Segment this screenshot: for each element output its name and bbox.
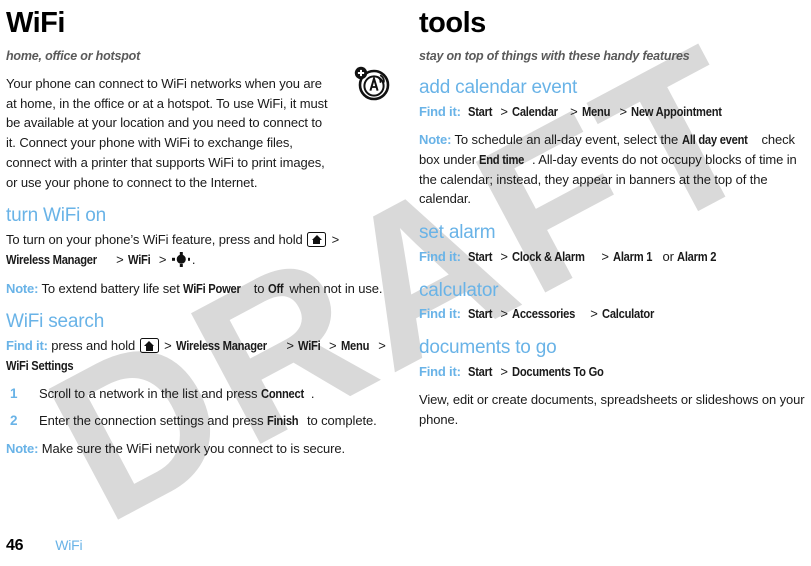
home-key-icon (139, 338, 159, 354)
path-calendar: Calendar (512, 103, 559, 119)
section-heading-set-alarm: set alarm (419, 222, 496, 244)
chapter-tagline: home, office or hotspot (6, 48, 141, 63)
wifi-search-find-it: Find it: press and hold > Wireless Manag… (6, 336, 388, 375)
step-suffix: to complete. (306, 412, 377, 428)
note-part-1: To schedule an all-day event, select the (454, 132, 679, 148)
set-alarm-find-it: Find it: Start > Clock & Alarm > Alarm 1… (419, 247, 805, 267)
step-number: 2 (10, 412, 18, 428)
path-start: Start (467, 249, 492, 265)
step-term-connect: Connect (260, 386, 304, 402)
calculator-find-it: Find it: Start > Accessories > Calculato… (419, 304, 805, 324)
page-number: 46 (6, 537, 24, 554)
or-word: or (662, 249, 674, 265)
wifi-search-note: Note: Make sure the WiFi network you con… (6, 439, 388, 459)
note-label: Note: (6, 280, 39, 296)
section-heading-turn-wifi-on: turn WiFi on (6, 205, 107, 227)
section-heading-wifi-search: WiFi search (6, 311, 105, 333)
find-it-label: Find it: (6, 338, 48, 354)
home-key-icon (307, 232, 327, 248)
note-text: Make sure the WiFi network you connect t… (41, 441, 346, 457)
find-it-label: Find it: (419, 249, 461, 265)
add-calendar-event-note: Note: To schedule an all-day event, sele… (419, 130, 805, 209)
wifi-antenna-add-icon (352, 63, 392, 103)
page-footer: 46 WiFi (6, 537, 83, 555)
find-it-label: Find it: (419, 306, 461, 322)
path-start: Start (467, 306, 492, 322)
turn-wifi-on-note: Note: To extend battery life set WiFi Po… (6, 279, 388, 299)
page-title: WiFi (6, 7, 65, 39)
path-alarm-2: Alarm 2 (677, 249, 717, 265)
path-wifi: WiFi (128, 251, 151, 267)
path-accessories: Accessories (512, 306, 576, 322)
section-heading-calculator: calculator (419, 279, 499, 301)
path-start: Start (467, 363, 492, 379)
find-it-label: Find it: (419, 103, 461, 119)
path-wireless-manager: Wireless Manager (6, 251, 97, 267)
note-label: Note: (419, 132, 452, 148)
step-suffix: . (310, 386, 315, 402)
note-term-off: Off (267, 280, 284, 296)
path-calculator: Calculator (602, 306, 655, 322)
note-mid: to (253, 280, 265, 296)
note-term-wifi-power: WiFi Power (183, 280, 241, 296)
note-part-3: . All-day events do not occupy blocks of… (419, 151, 797, 207)
step-term-finish: Finish (266, 412, 299, 428)
left-column: WiFi home, office or hotspot Your phone … (0, 0, 400, 468)
note-term-all-day-event: All day event (681, 132, 748, 148)
path-menu: Menu (582, 103, 611, 119)
center-select-key-icon (172, 252, 191, 267)
manual-page: WiFi home, office or hotspot Your phone … (0, 0, 811, 564)
note-suffix: when not in use. (289, 280, 383, 296)
documents-to-go-body: View, edit or create documents, spreadsh… (419, 392, 805, 428)
path-alarm-1: Alarm 1 (613, 249, 653, 265)
path-start: Start (467, 103, 492, 119)
footer-chapter-name: WiFi (55, 537, 83, 553)
find-it-label: Find it: (419, 363, 461, 379)
step-text: Scroll to a network in the list and pres… (39, 386, 258, 402)
add-calendar-event-find-it: Find it: Start > Calendar > Menu > New A… (419, 102, 805, 122)
path-new-appointment: New Appointment (631, 103, 723, 119)
path-wireless-manager: Wireless Manager (176, 338, 268, 354)
path-documents-to-go: Documents To Go (512, 363, 604, 379)
instruction-prefix: To turn on your phone’s WiFi feature, pr… (6, 232, 303, 248)
list-item: 2 Enter the connection settings and pres… (6, 411, 388, 431)
list-item: 1 Scroll to a network in the list and pr… (6, 384, 388, 404)
documents-to-go-find-it: Find it: Start > Documents To Go (419, 362, 805, 382)
turn-wifi-on-instruction: To turn on your phone’s WiFi feature, pr… (6, 230, 388, 270)
path-menu: Menu (341, 338, 370, 354)
tools-title: tools (419, 7, 486, 39)
right-column: tools stay on top of things with these h… (405, 0, 811, 439)
wifi-search-steps: 1 Scroll to a network in the list and pr… (6, 384, 388, 430)
note-prefix: To extend battery life set (41, 280, 180, 296)
section-heading-add-calendar-event: add calendar event (419, 76, 578, 98)
path-clock-and-alarm: Clock & Alarm (512, 249, 586, 265)
step-number: 1 (10, 386, 18, 402)
tools-tagline: stay on top of things with these handy f… (419, 48, 690, 63)
wifi-intro-text: Your phone can connect to WiFi networks … (6, 75, 328, 190)
step-text: Enter the connection settings and press (39, 412, 264, 428)
section-heading-documents-to-go: documents to go (419, 336, 557, 358)
find-it-prefix: press and hold (51, 338, 136, 354)
path-wifi-settings: WiFi Settings (6, 357, 74, 373)
note-label: Note: (6, 441, 39, 457)
note-term-end-time: End time (479, 151, 525, 167)
path-wifi: WiFi (298, 338, 321, 354)
